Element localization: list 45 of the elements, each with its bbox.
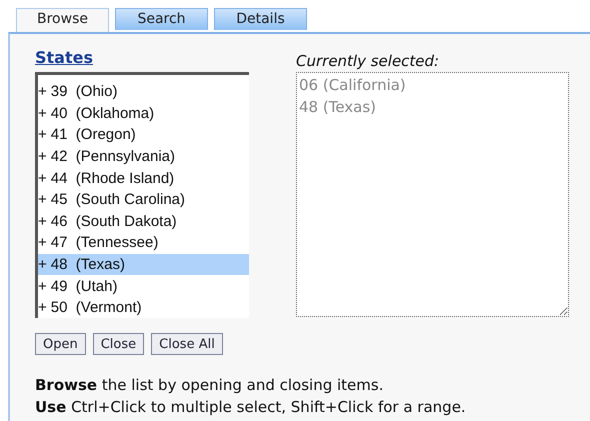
tree-row[interactable]: + 39 (Ohio) bbox=[38, 81, 249, 103]
expand-toggle[interactable]: + bbox=[38, 212, 47, 230]
state-item[interactable]: 48 (Texas) bbox=[50, 256, 125, 274]
state-item[interactable]: 49 (Utah) bbox=[50, 278, 118, 295]
tree-row[interactable]: + 46 (South Dakota) bbox=[38, 210, 249, 232]
expand-toggle[interactable]: + bbox=[38, 104, 47, 122]
state-item[interactable]: 45 (South Carolina) bbox=[50, 191, 186, 208]
tree-row[interactable]: + 41 (Oregon) bbox=[38, 124, 249, 146]
tree-row[interactable]: + 48 (Texas) bbox=[38, 254, 249, 276]
tab[interactable]: Details bbox=[214, 8, 307, 30]
tree-row[interactable]: + 40 (Oklahoma) bbox=[38, 102, 249, 124]
state-item[interactable]: 44 (Rhode Island) bbox=[50, 170, 174, 187]
tab[interactable]: Browse bbox=[16, 8, 109, 32]
action-button[interactable]: Open bbox=[35, 333, 86, 355]
expand-toggle[interactable]: + bbox=[38, 148, 47, 166]
state-list[interactable]: + 39 (Ohio) + 40 (Oklahoma) + 41 (Oregon) + 42 (Pennsylvania) + 44 (Rhode Island) + 45 (South Carolina) + 46 (South Dakota) + 47 (Tennessee) + 48 (Texas) + 49 (Utah) + 50 (Vermont) bbox=[35, 72, 249, 318]
tree-row[interactable]: + 47 (Tennessee) bbox=[38, 232, 249, 254]
tab[interactable]: Search bbox=[115, 8, 208, 30]
help-text: Browse the list by opening and closing items. bbox=[35, 375, 384, 396]
action-button[interactable]: Close All bbox=[151, 333, 223, 355]
tree-row[interactable]: + 50 (Vermont) bbox=[38, 296, 249, 318]
expand-toggle[interactable]: + bbox=[38, 234, 47, 252]
tree-row[interactable]: + 42 (Pennsylvania) bbox=[38, 146, 249, 168]
state-item[interactable]: 47 (Tennessee) bbox=[50, 234, 158, 252]
selected-label: Currently selected: bbox=[296, 51, 440, 71]
expand-toggle[interactable]: + bbox=[38, 170, 47, 187]
selected-field[interactable]: 06 (California) 48 (Texas) bbox=[296, 72, 569, 317]
state-item[interactable]: 39 (Ohio) bbox=[50, 83, 118, 100]
tree-row[interactable]: + 44 (Rhode Island) bbox=[38, 167, 249, 189]
expand-toggle[interactable]: + bbox=[38, 83, 47, 100]
states-link[interactable]: States bbox=[35, 48, 93, 68]
expand-toggle[interactable]: + bbox=[38, 278, 47, 295]
state-item[interactable]: 50 (Vermont) bbox=[50, 299, 142, 316]
expand-toggle[interactable]: + bbox=[38, 299, 47, 316]
action-button[interactable]: Close bbox=[92, 333, 144, 355]
help-text: Use Ctrl+Click to multiple select, Shift+Click for a range. bbox=[35, 397, 467, 418]
state-item[interactable]: 40 (Oklahoma) bbox=[50, 104, 154, 122]
expand-toggle[interactable]: + bbox=[38, 256, 47, 274]
expand-toggle[interactable]: + bbox=[38, 126, 47, 144]
expand-toggle[interactable]: + bbox=[38, 191, 47, 208]
state-item[interactable]: 42 (Pennsylvania) bbox=[50, 148, 175, 166]
state-item[interactable]: 41 (Oregon) bbox=[50, 126, 136, 144]
tree-row[interactable]: + 45 (South Carolina) bbox=[38, 188, 249, 211]
state-item[interactable]: 46 (South Dakota) bbox=[50, 212, 177, 230]
tree-row[interactable]: + 49 (Utah) bbox=[38, 275, 249, 297]
